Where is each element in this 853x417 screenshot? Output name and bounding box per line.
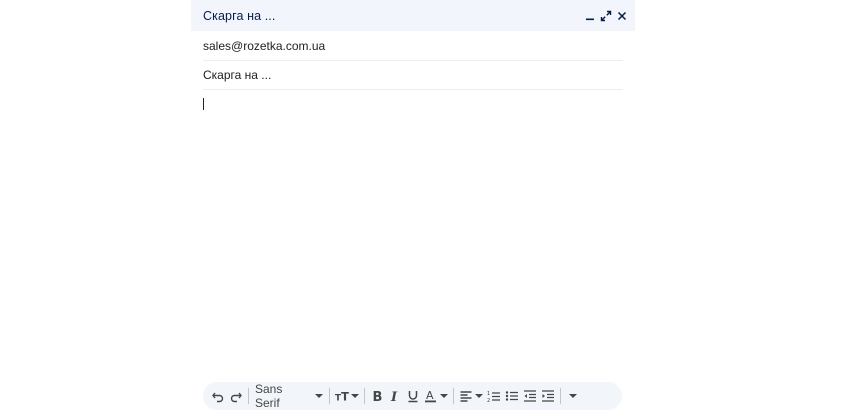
- underline-icon[interactable]: [404, 385, 422, 407]
- close-icon[interactable]: [615, 9, 629, 23]
- svg-text:I: I: [390, 390, 398, 403]
- to-field[interactable]: sales@rozetka.com.ua: [203, 31, 623, 61]
- minimize-icon[interactable]: [583, 9, 597, 23]
- toolbar-separator: [560, 388, 561, 404]
- more-formatting-icon[interactable]: [564, 385, 582, 407]
- chevron-down-icon: [475, 394, 483, 398]
- indent-more-icon[interactable]: [539, 385, 557, 407]
- font-family-label: Sans Serif: [255, 382, 283, 410]
- indent-less-icon[interactable]: [521, 385, 539, 407]
- font-family-select[interactable]: Sans Serif: [252, 382, 326, 410]
- subject-text: Скарга на ...: [203, 67, 272, 82]
- message-body[interactable]: [203, 95, 623, 375]
- font-size-button[interactable]: TT: [333, 385, 361, 407]
- svg-text:1: 1: [487, 391, 490, 397]
- svg-text:B: B: [373, 390, 383, 403]
- svg-text:T: T: [335, 393, 341, 403]
- bold-icon[interactable]: B: [368, 385, 386, 407]
- toolbar-separator: [329, 388, 330, 404]
- font-size-icon: TT: [335, 389, 349, 403]
- undo-icon[interactable]: [209, 385, 227, 407]
- toolbar-separator: [364, 388, 365, 404]
- compose-window: Скарга на ... sales@rozetka.com.ua Скарг…: [191, 0, 635, 417]
- subject-field[interactable]: Скарга на ...: [203, 60, 623, 90]
- bulleted-list-icon[interactable]: [503, 385, 521, 407]
- text-color-button[interactable]: A: [422, 385, 450, 407]
- chevron-down-icon: [569, 394, 577, 398]
- svg-text:T: T: [341, 389, 349, 403]
- italic-icon[interactable]: I: [386, 385, 404, 407]
- text-caret: [203, 98, 204, 110]
- chevron-down-icon: [315, 394, 323, 398]
- chevron-down-icon: [440, 394, 448, 398]
- align-icon: [460, 391, 472, 402]
- toolbar-separator: [453, 388, 454, 404]
- redo-icon[interactable]: [227, 385, 245, 407]
- header-actions: [583, 0, 629, 31]
- text-color-icon: A: [425, 389, 436, 403]
- compose-header[interactable]: Скарга на ...: [191, 0, 635, 31]
- svg-text:2: 2: [487, 398, 490, 403]
- expand-icon[interactable]: [599, 9, 613, 23]
- compose-title: Скарга на ...: [203, 8, 276, 23]
- toolbar-separator: [248, 388, 249, 404]
- formatting-toolbar: Sans Serif TT B I A 12: [203, 382, 622, 410]
- to-recipient: sales@rozetka.com.ua: [203, 38, 326, 53]
- chevron-down-icon: [351, 394, 359, 398]
- svg-text:A: A: [426, 389, 434, 402]
- align-button[interactable]: [457, 385, 485, 407]
- numbered-list-icon[interactable]: 12: [485, 385, 503, 407]
